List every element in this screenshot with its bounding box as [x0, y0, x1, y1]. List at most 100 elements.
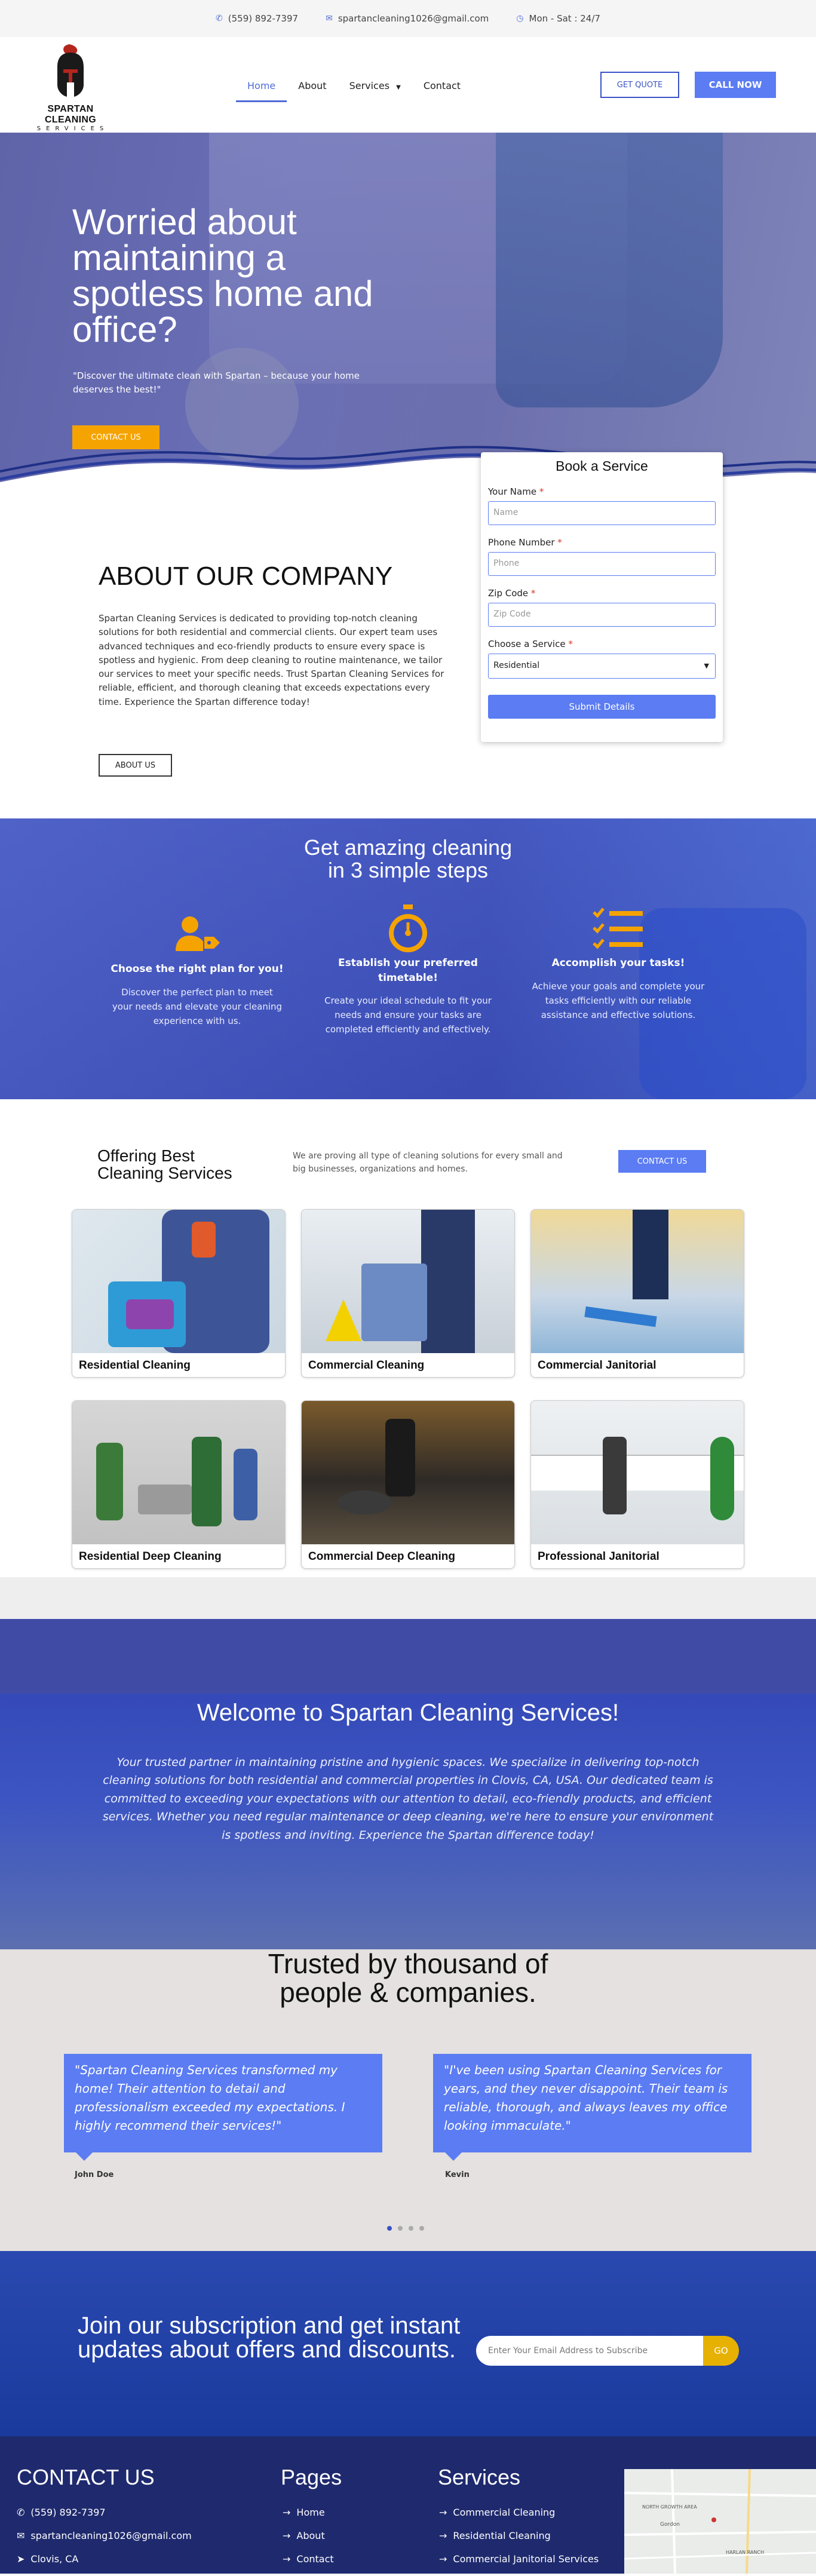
- service-card-commercial-janitorial[interactable]: Commercial Janitorial: [530, 1209, 744, 1378]
- carousel-dot[interactable]: [387, 2226, 392, 2231]
- steps-title-line2: in 3 simple steps: [327, 857, 489, 882]
- footer-link-contact[interactable]: → Contact: [283, 2553, 334, 2565]
- welcome-body: Your trusted partner in maintaining pris…: [102, 1756, 714, 1842]
- service-card-commercial-cleaning[interactable]: Commercial Cleaning: [301, 1209, 515, 1378]
- nav-about[interactable]: About: [287, 73, 338, 99]
- nav-services[interactable]: Services ▼: [338, 73, 412, 99]
- service-card-label: Commercial Deep Cleaning: [308, 1550, 456, 1563]
- footer-link-label: Contact: [296, 2553, 334, 2565]
- call-now-button[interactable]: CALL NOW: [695, 72, 776, 98]
- clock-icon: ◷: [516, 14, 524, 23]
- zip-label-text: Zip Code: [488, 588, 529, 599]
- service-image: [531, 1401, 744, 1544]
- testimonial-card: "Spartan Cleaning Services transformed m…: [64, 2054, 382, 2161]
- phone-input[interactable]: Phone: [488, 552, 716, 576]
- map-label: Gordon: [660, 2522, 680, 2528]
- topbar-phone-text: (559) 892-7397: [228, 13, 299, 24]
- service-image: [72, 1210, 285, 1353]
- footer-service-label: Residential Cleaning: [453, 2530, 551, 2541]
- brand-logo[interactable]: SPARTAN CLEANING SERVICES: [26, 43, 115, 132]
- topbar-hours: ◷ Mon - Sat : 24/7: [516, 13, 600, 24]
- services-title-line2: Cleaning Services: [97, 1164, 232, 1183]
- service-select[interactable]: Residential ▼: [488, 654, 716, 679]
- subscribe-title: Join our subscription and get instant up…: [78, 2313, 461, 2363]
- footer-map[interactable]: NORTH GROWTH AREA Gordon HARLAN RANCH: [624, 2468, 816, 2574]
- testimonials-title-line1: Trusted by thousand of: [268, 1948, 548, 1979]
- about-title: ABOUT OUR COMPANY: [99, 562, 393, 591]
- carousel-dot[interactable]: [419, 2226, 424, 2231]
- service-card-residential-cleaning[interactable]: Residential Cleaning: [72, 1209, 286, 1378]
- service-card-professional-janitorial[interactable]: Professional Janitorial: [530, 1400, 744, 1569]
- subscribe-section: Join our subscription and get instant up…: [0, 2251, 816, 2436]
- carousel-dot[interactable]: [409, 2226, 413, 2231]
- service-label: Choose a Service *: [488, 639, 723, 649]
- step-card: Choose the right plan for you! Discover …: [111, 908, 284, 1028]
- footer-service-link[interactable]: → Residential Cleaning: [439, 2530, 551, 2541]
- service-card-commercial-deep-cleaning[interactable]: Commercial Deep Cleaning: [301, 1400, 515, 1569]
- welcome-title: Welcome to Spartan Cleaning Services!: [197, 1700, 619, 1726]
- booking-form-title: Book a Service: [556, 458, 648, 474]
- brand-subname: SERVICES: [36, 125, 109, 132]
- name-input[interactable]: Name: [488, 501, 716, 525]
- subscribe-email-input[interactable]: Enter Your Email Address to Subscribe: [476, 2336, 703, 2366]
- footer-link-home[interactable]: → Home: [283, 2507, 325, 2518]
- subscribe-go-button[interactable]: GO: [703, 2336, 739, 2366]
- testimonial-tail: [445, 2152, 462, 2161]
- about-us-button[interactable]: ABOUT US: [99, 754, 172, 777]
- section-spacer: [0, 1577, 816, 1619]
- name-label: Your Name *: [488, 486, 723, 497]
- testimonials-section: Trusted by thousand of people & companies…: [0, 1949, 816, 2251]
- caret-down-icon: ▼: [396, 84, 401, 91]
- services-contact-button[interactable]: CONTACT US: [618, 1150, 706, 1173]
- services-section: Offering Best Cleaning Services We are pr…: [0, 1099, 816, 1577]
- phone-icon: ✆: [17, 2507, 25, 2518]
- nav-contact[interactable]: Contact: [412, 73, 472, 99]
- footer-service-link[interactable]: → Commercial Janitorial Services: [439, 2553, 599, 2565]
- footer-phone[interactable]: ✆ (559) 892-7397: [17, 2507, 106, 2518]
- service-image: [302, 1210, 514, 1353]
- topbar-email-text: spartancleaning1026@gmail.com: [338, 13, 489, 24]
- testimonial-author: John Doe: [75, 2170, 114, 2179]
- topbar-email[interactable]: ✉ spartancleaning1026@gmail.com: [326, 13, 489, 24]
- testimonial-author: Kevin: [445, 2170, 470, 2179]
- testimonial-quote: "Spartan Cleaning Services transformed m…: [75, 2063, 345, 2133]
- service-image: [531, 1210, 744, 1353]
- service-card-label: Residential Cleaning: [79, 1359, 191, 1372]
- steps-title-line1: Get amazing cleaning: [303, 835, 513, 860]
- envelope-icon: ✉: [17, 2530, 25, 2541]
- required-mark: *: [557, 537, 562, 548]
- welcome-section: Welcome to Spartan Cleaning Services! Yo…: [0, 1619, 816, 1949]
- zip-input[interactable]: Zip Code: [488, 603, 716, 627]
- service-card-label: Professional Janitorial: [538, 1550, 659, 1563]
- map-label: NORTH GROWTH AREA: [642, 2504, 697, 2510]
- service-card-label: Commercial Janitorial: [538, 1359, 657, 1372]
- phone-label: Phone Number *: [488, 537, 723, 548]
- phone-label-text: Phone Number: [488, 537, 555, 548]
- steps-section: Get amazing cleaning in 3 simple steps Ch…: [0, 818, 816, 1099]
- footer-link-about[interactable]: → About: [283, 2530, 325, 2541]
- map-graphic: [624, 2468, 816, 2574]
- footer-email-text: spartancleaning1026@gmail.com: [30, 2530, 192, 2541]
- services-title-line1: Offering Best: [97, 1146, 195, 1165]
- testimonial-card: "I've been using Spartan Cleaning Servic…: [433, 2054, 751, 2161]
- phone-icon: ✆: [216, 14, 223, 23]
- envelope-icon: ✉: [326, 14, 333, 23]
- step-title: Choose the right plan for you!: [111, 963, 284, 975]
- carousel-dot[interactable]: [398, 2226, 403, 2231]
- service-select-value: Residential: [493, 661, 540, 670]
- service-card-residential-deep-cleaning[interactable]: Residential Deep Cleaning: [72, 1400, 286, 1569]
- step-card: Establish your preferred timetable! Crea…: [321, 902, 495, 1036]
- footer-service-link[interactable]: → Commercial Cleaning: [439, 2507, 555, 2518]
- service-image: [302, 1401, 514, 1544]
- required-mark: *: [568, 639, 573, 649]
- hero-background-person: [496, 133, 723, 407]
- location-arrow-icon: ➤: [17, 2553, 25, 2565]
- services-description: We are proving all type of cleaning solu…: [293, 1151, 563, 1174]
- carousel-dots: [387, 2226, 424, 2231]
- topbar-phone[interactable]: ✆ (559) 892-7397: [216, 13, 298, 24]
- submit-details-button[interactable]: Submit Details: [488, 695, 716, 719]
- footer-email[interactable]: ✉ spartancleaning1026@gmail.com: [17, 2530, 192, 2541]
- required-mark: *: [530, 588, 536, 599]
- get-quote-button[interactable]: GET QUOTE: [600, 72, 679, 98]
- nav-home[interactable]: Home: [236, 73, 287, 102]
